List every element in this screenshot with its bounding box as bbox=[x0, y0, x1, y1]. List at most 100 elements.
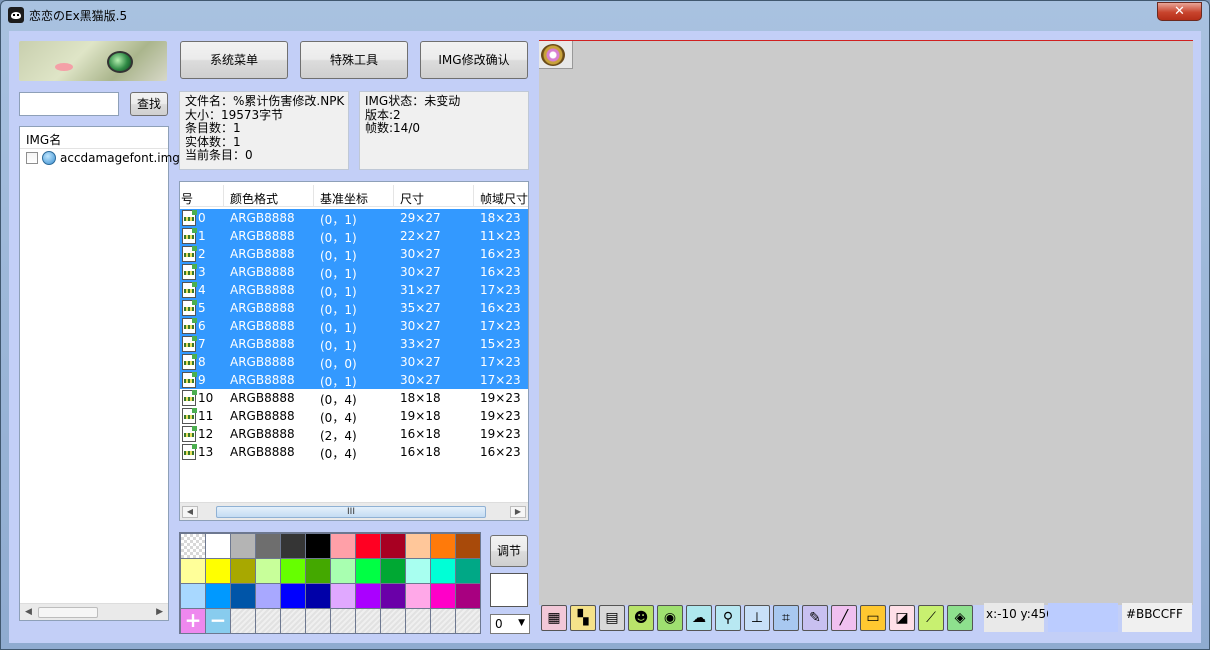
color-swatch[interactable] bbox=[381, 534, 405, 558]
frame-table-row[interactable]: 13 ARGB8888 (0，4) 16×18 16×23 bbox=[180, 443, 528, 461]
system-menu-button[interactable]: 系统菜单 bbox=[180, 41, 288, 79]
eyedropper-icon[interactable]: ⟋ bbox=[918, 605, 944, 631]
color-swatch[interactable] bbox=[281, 559, 305, 583]
frame-table-scrollbar[interactable]: ◀ III ▶ bbox=[180, 502, 528, 520]
color-swatch[interactable] bbox=[331, 584, 355, 608]
color-swatch[interactable] bbox=[306, 584, 330, 608]
column-frame-size[interactable]: 帧域尺寸 bbox=[480, 190, 528, 207]
frame-table-row[interactable]: 12 ARGB8888 (2，4) 16×18 19×23 bbox=[180, 425, 528, 443]
img-confirm-button[interactable]: IMG修改确认 bbox=[420, 41, 528, 79]
color-swatch[interactable] bbox=[181, 559, 205, 583]
color-swatch[interactable] bbox=[381, 559, 405, 583]
remove-color-button[interactable]: − bbox=[206, 609, 230, 633]
axis-icon[interactable]: ⊥ bbox=[744, 605, 770, 631]
frame-table-row[interactable]: 2 ARGB8888 (0，1) 30×27 16×23 bbox=[180, 245, 528, 263]
scroll-right-icon[interactable]: ▶ bbox=[156, 607, 163, 617]
empty-swatch[interactable] bbox=[431, 609, 455, 633]
color-swatch[interactable] bbox=[431, 584, 455, 608]
adjust-button[interactable]: 调节 bbox=[490, 535, 528, 567]
scroll-thumb[interactable]: III bbox=[216, 506, 486, 518]
empty-swatch[interactable] bbox=[456, 609, 480, 633]
empty-swatch[interactable] bbox=[256, 609, 280, 633]
frame-table-row[interactable]: 7 ARGB8888 (0，1) 33×27 15×23 bbox=[180, 335, 528, 353]
img-list-header[interactable]: IMG名 bbox=[20, 127, 168, 149]
color-swatch[interactable] bbox=[256, 534, 280, 558]
img-checkbox[interactable] bbox=[26, 152, 38, 164]
color-swatch[interactable] bbox=[206, 584, 230, 608]
empty-swatch[interactable] bbox=[281, 609, 305, 633]
canvas-frame-chip[interactable] bbox=[539, 41, 573, 69]
column-size[interactable]: 尺寸 bbox=[400, 190, 424, 207]
color-swatch[interactable] bbox=[256, 584, 280, 608]
frame-table-row[interactable]: 1 ARGB8888 (0，1) 22×27 11×23 bbox=[180, 227, 528, 245]
color-swatch[interactable] bbox=[356, 559, 380, 583]
frame-table-row[interactable]: 10 ARGB8888 (0，4) 18×18 19×23 bbox=[180, 389, 528, 407]
empty-swatch[interactable] bbox=[356, 609, 380, 633]
color-swatch[interactable] bbox=[256, 559, 280, 583]
frame-table-row[interactable]: 11 ARGB8888 (0，4) 19×18 19×23 bbox=[180, 407, 528, 425]
film-icon[interactable]: ▤ bbox=[599, 605, 625, 631]
search-input[interactable] bbox=[19, 92, 119, 116]
color-swatch[interactable] bbox=[456, 559, 480, 583]
scroll-thumb[interactable] bbox=[38, 607, 98, 618]
color-swatch[interactable] bbox=[281, 534, 305, 558]
current-color-preview[interactable] bbox=[490, 573, 528, 607]
frame-table-row[interactable]: 4 ARGB8888 (0，1) 31×27 17×23 bbox=[180, 281, 528, 299]
frame-table-row[interactable]: 6 ARGB8888 (0，1) 30×27 17×23 bbox=[180, 317, 528, 335]
frame-table-row[interactable]: 9 ARGB8888 (0，1) 30×27 17×23 bbox=[180, 371, 528, 389]
crop-icon[interactable]: ⌗ bbox=[773, 605, 799, 631]
color-swatch[interactable] bbox=[406, 534, 430, 558]
empty-swatch[interactable] bbox=[381, 609, 405, 633]
line-icon[interactable]: ╱ bbox=[831, 605, 857, 631]
color-swatch[interactable] bbox=[206, 559, 230, 583]
find-button[interactable]: 查找 bbox=[130, 92, 168, 116]
camera-icon[interactable]: ◉ bbox=[657, 605, 683, 631]
empty-swatch[interactable] bbox=[406, 609, 430, 633]
cloud-icon[interactable]: ☁ bbox=[686, 605, 712, 631]
cat-icon[interactable]: ☻ bbox=[628, 605, 654, 631]
color-swatch[interactable] bbox=[306, 534, 330, 558]
empty-swatch[interactable] bbox=[331, 609, 355, 633]
color-swatch[interactable] bbox=[181, 584, 205, 608]
eraser-icon[interactable]: ◪ bbox=[889, 605, 915, 631]
pencil-icon[interactable]: ✎ bbox=[802, 605, 828, 631]
empty-swatch[interactable] bbox=[306, 609, 330, 633]
img-list-scrollbar[interactable]: ◀ ▶ bbox=[20, 603, 168, 620]
color-swatch[interactable] bbox=[431, 559, 455, 583]
color-swatch[interactable] bbox=[456, 534, 480, 558]
img-list-item[interactable]: accdamagefont.img bbox=[20, 149, 180, 167]
color-swatch[interactable] bbox=[331, 534, 355, 558]
color-swatch[interactable] bbox=[331, 559, 355, 583]
title-bar[interactable]: 恋恋のEx黑猫版.5 ✕ bbox=[1, 1, 1209, 29]
bucket-icon[interactable]: ◈ bbox=[947, 605, 973, 631]
special-tools-button[interactable]: 特殊工具 bbox=[300, 41, 408, 79]
color-swatch[interactable] bbox=[356, 584, 380, 608]
color-swatch[interactable] bbox=[281, 584, 305, 608]
frame-table-row[interactable]: 3 ARGB8888 (0，1) 30×27 16×23 bbox=[180, 263, 528, 281]
color-swatch[interactable] bbox=[206, 534, 230, 558]
scroll-right-icon[interactable]: ▶ bbox=[510, 506, 526, 518]
image-canvas[interactable] bbox=[539, 40, 1193, 605]
color-swatch[interactable] bbox=[231, 559, 255, 583]
color-swatch[interactable] bbox=[306, 559, 330, 583]
empty-swatch[interactable] bbox=[231, 609, 255, 633]
color-swatch[interactable] bbox=[456, 584, 480, 608]
color-swatch[interactable] bbox=[231, 584, 255, 608]
scroll-left-icon[interactable]: ◀ bbox=[25, 607, 32, 617]
color-swatch[interactable] bbox=[231, 534, 255, 558]
zoom-select[interactable]: 0 ▼ bbox=[490, 614, 530, 634]
frame-table-row[interactable]: 5 ARGB8888 (0，1) 35×27 16×23 bbox=[180, 299, 528, 317]
scroll-left-icon[interactable]: ◀ bbox=[182, 506, 198, 518]
color-swatch[interactable] bbox=[356, 534, 380, 558]
frame-table-row[interactable]: 0 ARGB8888 (0，1) 29×27 18×23 bbox=[180, 209, 528, 227]
magnifier-icon[interactable]: ⚲ bbox=[715, 605, 741, 631]
frame-table-row[interactable]: 8 ARGB8888 (0，0) 30×27 17×23 bbox=[180, 353, 528, 371]
transparent-swatch[interactable] bbox=[181, 534, 205, 558]
add-color-button[interactable]: + bbox=[181, 609, 205, 633]
color-swatch[interactable] bbox=[406, 584, 430, 608]
rectangle-icon[interactable]: ▭ bbox=[860, 605, 886, 631]
column-color-format[interactable]: 颜色格式 bbox=[230, 190, 278, 207]
color-swatch[interactable] bbox=[381, 584, 405, 608]
close-button[interactable]: ✕ bbox=[1157, 2, 1202, 21]
color-grid-icon[interactable]: ▚ bbox=[570, 605, 596, 631]
